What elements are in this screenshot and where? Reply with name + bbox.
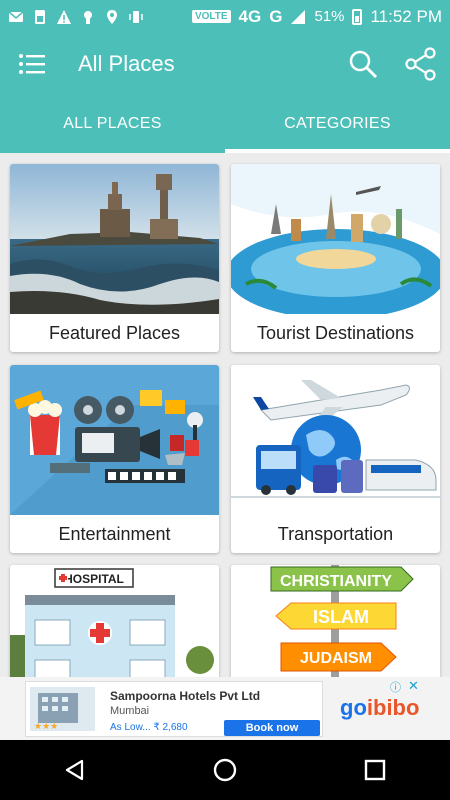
hotel-thumbnail: ★★★ [30, 687, 95, 731]
category-card-religion[interactable]: CHRISTIANITY ISLAM JUDAISM [231, 565, 440, 677]
entertainment-image [10, 365, 219, 515]
battery-percent: 51% [314, 8, 345, 25]
ad-info-icon[interactable]: ⓘ [390, 679, 401, 695]
tourist-destinations-image [231, 164, 440, 314]
volte-badge: VOLTE [191, 10, 231, 23]
featured-places-image [10, 164, 219, 314]
judaism-sign-text: JUDAISM [300, 650, 372, 667]
category-card-entertainment[interactable]: Entertainment [10, 365, 219, 553]
category-card-featured-places[interactable]: Featured Places [10, 164, 219, 352]
ad-book-now-button[interactable]: Book now [224, 720, 320, 736]
category-grid: Featured Places Tourist Destinations Ent… [0, 153, 450, 677]
hospital-image: HOSPITAL [10, 565, 219, 677]
alert-icon [57, 9, 71, 24]
location-icon [107, 9, 117, 24]
status-bar: VOLTE 4G G 51% 11:52 PM [0, 0, 450, 33]
network-type-g: G [269, 6, 283, 26]
recents-button[interactable] [345, 740, 405, 800]
menu-icon [19, 54, 45, 74]
keyhole-icon [84, 10, 92, 24]
share-button[interactable] [392, 33, 450, 95]
category-label: Tourist Destinations [256, 322, 415, 343]
ad-hotel-price: As Low... ₹ 2,680 [110, 722, 188, 733]
system-nav-bar [0, 740, 450, 800]
category-label: Entertainment [58, 523, 171, 544]
religion-image: CHRISTIANITY ISLAM JUDAISM [231, 565, 440, 677]
ad-brand-ibibo: ibibo [366, 695, 420, 720]
home-icon [213, 758, 237, 782]
category-card-hospital[interactable]: HOSPITAL [10, 565, 219, 677]
network-type-4g: 4G [238, 6, 262, 26]
hospital-sign-text: HOSPITAL [64, 572, 124, 586]
page-title: All Places [78, 51, 175, 76]
signal-icon [291, 9, 306, 24]
battery-icon [352, 8, 363, 25]
ad-close-icon[interactable]: ✕ [408, 678, 419, 694]
clock: 11:52 PM [370, 6, 442, 26]
svg-text:★★★: ★★★ [34, 722, 58, 731]
search-icon [349, 50, 378, 79]
category-card-transportation[interactable]: Transportation [231, 365, 440, 553]
category-label: Transportation [277, 523, 394, 544]
tab-categories[interactable]: CATEGORIES [225, 95, 450, 153]
vibrate-icon [129, 10, 143, 23]
tab-bar: ALL PLACES CATEGORIES [0, 95, 450, 153]
christianity-sign-text: CHRISTIANITY [280, 573, 392, 590]
back-button[interactable] [45, 740, 105, 800]
ad-hotel-city: Mumbai [110, 705, 150, 717]
share-icon [405, 47, 436, 81]
tab-all-places[interactable]: ALL PLACES [0, 95, 225, 153]
search-button[interactable] [334, 33, 392, 95]
sim-icon [35, 9, 45, 24]
category-card-tourist-destinations[interactable]: Tourist Destinations [231, 164, 440, 352]
category-label: Featured Places [48, 322, 181, 343]
ad-brand-go: go [340, 695, 367, 720]
ad-banner[interactable]: ★★★ Sampoorna Hotels Pvt Ltd Mumbai As L… [0, 677, 450, 740]
recents-icon [364, 759, 386, 781]
home-button[interactable] [195, 740, 255, 800]
ad-content[interactable]: ★★★ Sampoorna Hotels Pvt Ltd Mumbai As L… [25, 681, 323, 737]
mail-icon [8, 10, 24, 22]
app-bar: All Places [0, 33, 450, 95]
back-icon [65, 759, 84, 781]
ad-hotel-name: Sampoorna Hotels Pvt Ltd [110, 689, 261, 703]
islam-sign-text: ISLAM [313, 607, 369, 627]
transportation-image [231, 365, 440, 515]
menu-button[interactable] [0, 33, 64, 95]
ad-brand-logo[interactable]: goibibo [340, 695, 419, 721]
